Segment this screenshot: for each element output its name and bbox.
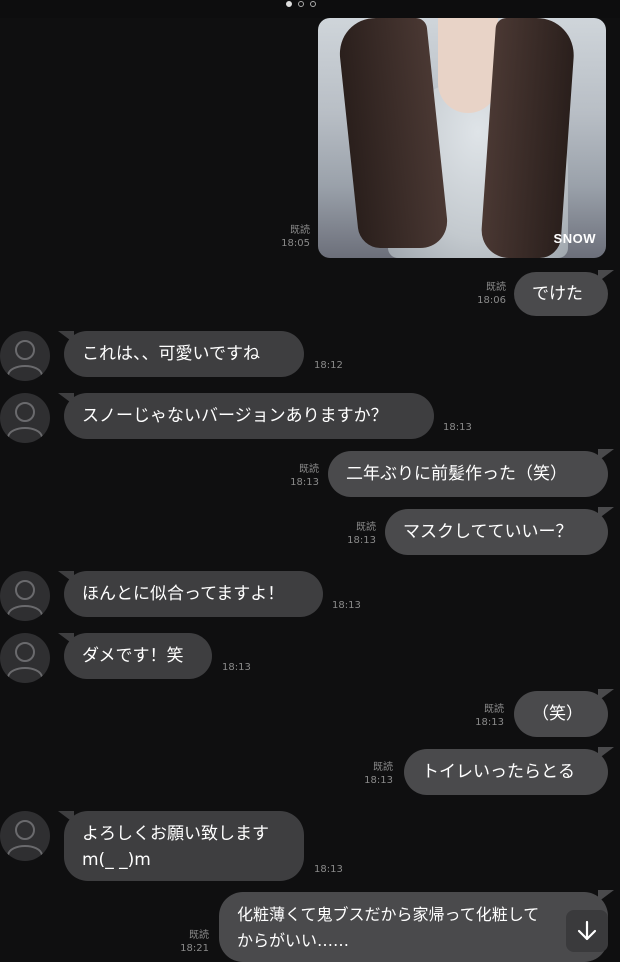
- message-bubble-incoming[interactable]: スノーじゃないバージョンありますか？: [64, 393, 434, 439]
- bubble-tail: [598, 270, 614, 282]
- timestamp: 18:05: [281, 238, 310, 249]
- avatar[interactable]: [0, 393, 50, 443]
- message-meta: 既読 18:13: [357, 761, 393, 787]
- snow-watermark: SNOW: [553, 231, 596, 246]
- message-bubble-incoming[interactable]: よろしくお願い致します m(_ _)m: [64, 811, 304, 881]
- timestamp: 18:12: [314, 360, 343, 371]
- default-avatar-icon: [7, 402, 43, 438]
- message-bubble-outgoing[interactable]: （笑）: [514, 691, 608, 737]
- message-text: マスクしてていいー？: [403, 522, 573, 542]
- message-meta: 既読 18:05: [270, 224, 310, 250]
- arrow-down-icon: [577, 920, 597, 941]
- avatar[interactable]: [0, 811, 50, 861]
- timestamp: 18:13: [364, 775, 393, 786]
- bubble-tail: [598, 890, 614, 902]
- message-bubble-outgoing[interactable]: でけた: [514, 272, 608, 316]
- read-receipt: 既読: [356, 522, 376, 533]
- read-receipt: 既読: [290, 225, 310, 236]
- message-text: ダメです！笑: [82, 646, 184, 666]
- message-bubble-incoming[interactable]: ほんとに似合ってますよ！: [64, 571, 323, 617]
- scroll-to-bottom-button[interactable]: [566, 910, 608, 952]
- timestamp: 18:06: [477, 295, 506, 306]
- message-text: でけた: [532, 284, 583, 304]
- bubble-tail: [598, 449, 614, 461]
- default-avatar-icon: [7, 642, 43, 678]
- read-receipt: 既読: [373, 762, 393, 773]
- timestamp: 18:21: [180, 943, 209, 954]
- avatar[interactable]: [0, 633, 50, 683]
- message-text: これは、、可愛いですね: [82, 344, 260, 364]
- timestamp: 18:13: [443, 422, 472, 433]
- message-text: ほんとに似合ってますよ！: [82, 584, 285, 604]
- message-text: スノーじゃないバージョンありますか？: [82, 406, 388, 426]
- message-bubble-outgoing[interactable]: トイレいったらとる: [404, 749, 608, 795]
- read-receipt: 既読: [189, 930, 209, 941]
- message-image[interactable]: SNOW: [318, 18, 606, 258]
- message-meta: 既読 18:21: [173, 929, 209, 955]
- timestamp: 18:13: [475, 717, 504, 728]
- page-dot: [286, 1, 292, 7]
- message-text: よろしくお願い致します m(_ _)m: [82, 824, 269, 870]
- default-avatar-icon: [7, 340, 43, 376]
- read-receipt: 既読: [484, 704, 504, 715]
- timestamp: 18:13: [347, 535, 376, 546]
- page-dot: [298, 1, 304, 7]
- message-meta: 既読 18:13: [468, 703, 504, 729]
- timestamp: 18:13: [332, 600, 361, 611]
- avatar[interactable]: [0, 331, 50, 381]
- read-receipt: 既読: [486, 282, 506, 293]
- message-meta: 既読 18:13: [283, 463, 319, 489]
- message-meta: 既読 18:13: [340, 521, 376, 547]
- timestamp: 18:13: [314, 864, 343, 875]
- timestamp: 18:13: [290, 477, 319, 488]
- message-bubble-incoming[interactable]: ダメです！笑: [64, 633, 212, 679]
- message-text: 化粧薄くて鬼ブスだから家帰って化粧して からがいい……: [237, 905, 540, 950]
- message-text: （笑）: [532, 704, 583, 724]
- avatar[interactable]: [0, 571, 50, 621]
- page-dot: [310, 1, 316, 7]
- message-bubble-outgoing[interactable]: 二年ぶりに前髪作った（笑）: [328, 451, 608, 497]
- default-avatar-icon: [7, 580, 43, 616]
- message-bubble-outgoing[interactable]: 化粧薄くて鬼ブスだから家帰って化粧して からがいい……: [219, 892, 608, 962]
- message-bubble-outgoing[interactable]: マスクしてていいー？: [385, 509, 608, 555]
- read-receipt: 既読: [299, 464, 319, 475]
- message-bubble-incoming[interactable]: これは、、可愛いですね: [64, 331, 304, 377]
- message-text: 二年ぶりに前髪作った（笑）: [346, 464, 567, 484]
- bubble-tail: [598, 689, 614, 701]
- bubble-tail: [598, 507, 614, 519]
- timestamp: 18:13: [222, 662, 251, 673]
- page-indicator: [286, 1, 316, 7]
- message-meta: 既読 18:06: [466, 281, 506, 307]
- message-text: トイレいったらとる: [422, 762, 575, 782]
- bubble-tail: [598, 747, 614, 759]
- default-avatar-icon: [7, 820, 43, 856]
